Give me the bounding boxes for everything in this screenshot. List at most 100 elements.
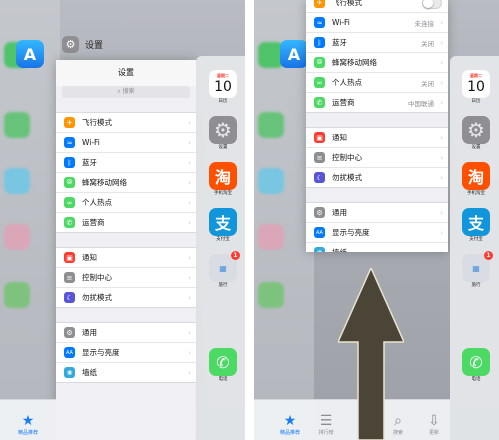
settings-row[interactable]: ∞ 个人热点 关闭 › bbox=[306, 73, 448, 93]
settings-row[interactable]: ≡ 控制中心 › bbox=[306, 148, 448, 168]
download-icon: ⇩ bbox=[428, 413, 440, 429]
app-switcher-left: A ⚙ 设置 设置 ⌕ 搜索 ✈ 飞行模式 › ≈ Wi-Fi › ᛒ 蓝牙 › ⦾ 蜂窝移动网络 ›… bbox=[0, 0, 245, 440]
toggle-switch[interactable] bbox=[422, 0, 442, 9]
alipay-icon: 支 bbox=[462, 208, 490, 236]
calendar-icon: 星期二 10 bbox=[462, 70, 490, 98]
settings-row[interactable]: ☾ 勿扰模式 › bbox=[56, 288, 196, 307]
app-label: 设置 bbox=[471, 145, 481, 150]
app-folder-travel[interactable]: ▦ 1 旅行 bbox=[462, 251, 493, 289]
chevron-right-icon: › bbox=[188, 293, 191, 302]
app-label: 支付宝 bbox=[469, 237, 483, 242]
chevron-right-icon: › bbox=[188, 178, 191, 187]
app-phone[interactable]: ✆ 电话 bbox=[209, 348, 237, 383]
settings-row[interactable]: ❀ 墙纸 › bbox=[306, 243, 448, 252]
chevron-right-icon: › bbox=[188, 118, 191, 127]
search-field[interactable]: ⌕ 搜索 bbox=[62, 86, 190, 98]
settings-row[interactable]: ⚙ 通用 › bbox=[56, 323, 196, 343]
app-calendar[interactable]: 星期二 10 日历 bbox=[462, 70, 490, 105]
settings-row[interactable]: ✆ 运营商 › bbox=[56, 213, 196, 232]
alipay-glyph: 支 bbox=[214, 214, 231, 233]
control-center-icon: ≡ bbox=[64, 272, 75, 283]
app-card-header: ⚙ 设置 bbox=[62, 36, 103, 53]
general-icon: ⚙ bbox=[64, 327, 75, 338]
app-store-icon[interactable]: A bbox=[280, 40, 308, 68]
settings-row-label: 通用 bbox=[332, 208, 347, 217]
app-calendar[interactable]: 星期二 10 日历 bbox=[209, 70, 237, 105]
app-taobao[interactable]: 淘 手机淘宝 bbox=[209, 162, 237, 197]
settings-row-label: 显示与亮度 bbox=[332, 228, 370, 237]
folder-icon: ▦ 1 bbox=[209, 251, 240, 282]
chevron-right-icon: › bbox=[188, 328, 191, 337]
notifications-icon: ▣ bbox=[314, 132, 325, 143]
swipe-up-arrow-icon bbox=[338, 268, 404, 440]
chevron-right-icon: › bbox=[188, 348, 191, 357]
app-card-stack: 星期二 10 日历 ⚙ 设置 淘 手机淘宝 支 支付宝 ▦ 1 旅行 ✆ 电话 bbox=[450, 56, 499, 440]
settings-group: ⚙ 通用 › AA 显示与亮度 › ❀ 墙纸 › bbox=[306, 202, 448, 252]
settings-row[interactable]: ⦾ 蜂窝移动网络 › bbox=[306, 53, 448, 73]
tab-featured[interactable]: ★ 精品推荐 bbox=[12, 413, 44, 436]
bluetooth-icon: ᛒ bbox=[64, 157, 75, 168]
blurred-app-icon bbox=[4, 224, 30, 250]
wallpaper-icon: ❀ bbox=[64, 367, 75, 378]
tab-label: 精品推荐 bbox=[279, 430, 300, 436]
app-label: 旅行 bbox=[471, 283, 481, 288]
app-card-title: 设置 bbox=[85, 41, 104, 51]
star-icon: ★ bbox=[21, 413, 35, 429]
settings-row[interactable]: ∞ 个人热点 › bbox=[56, 193, 196, 213]
settings-row[interactable]: ≈ Wi-Fi 未连接 › bbox=[306, 13, 448, 33]
alipay-glyph: 支 bbox=[467, 214, 484, 233]
app-phone[interactable]: ✆ 电话 bbox=[462, 348, 490, 383]
settings-row-label: 飞行模式 bbox=[332, 0, 362, 7]
settings-row-label: Wi-Fi bbox=[82, 138, 100, 147]
notification-badge: 1 bbox=[484, 251, 493, 260]
settings-row[interactable]: ▣ 通知 › bbox=[306, 128, 448, 148]
settings-row[interactable]: ✆ 运营商 中国联通 › bbox=[306, 93, 448, 112]
settings-app-card[interactable]: 设置 ⌕ 搜索 ✈ 飞行模式 › ≈ Wi-Fi › ᛒ 蓝牙 › ⦾ 蜂窝移动网络 › ∞ 个人热点 › ✆… bbox=[56, 60, 196, 440]
settings-row[interactable]: ✈ 飞行模式 › bbox=[56, 113, 196, 133]
settings-row-label: 通知 bbox=[332, 133, 347, 142]
settings-row-label: 显示与亮度 bbox=[82, 348, 120, 357]
app-label: 电话 bbox=[471, 377, 481, 382]
app-alipay[interactable]: 支 支付宝 bbox=[209, 208, 237, 243]
settings-row[interactable]: AA 显示与亮度 › bbox=[306, 223, 448, 243]
chevron-right-icon: › bbox=[440, 153, 443, 162]
settings-row[interactable]: ▣ 通知 › bbox=[56, 248, 196, 268]
app-alipay[interactable]: 支 支付宝 bbox=[462, 208, 490, 243]
calendar-icon: 星期二 10 bbox=[209, 70, 237, 98]
settings-row-label: 运营商 bbox=[82, 218, 105, 227]
tab-label: 精品推荐 bbox=[17, 430, 38, 436]
settings-row[interactable]: ☾ 勿扰模式 › bbox=[306, 168, 448, 187]
settings-row[interactable]: ≈ Wi-Fi › bbox=[56, 133, 196, 153]
settings-row[interactable]: ᛒ 蓝牙 关闭 › bbox=[306, 33, 448, 53]
gear-icon: ⚙ bbox=[209, 116, 237, 144]
app-store-icon[interactable]: A bbox=[16, 40, 44, 68]
blurred-app-icon bbox=[4, 282, 30, 308]
tab-featured[interactable]: ★ 精品推荐 bbox=[274, 413, 306, 436]
settings-row[interactable]: AA 显示与亮度 › bbox=[56, 343, 196, 363]
app-label: 旅行 bbox=[218, 283, 228, 288]
settings-row[interactable]: ❀ 墙纸 › bbox=[56, 363, 196, 382]
app-folder-travel[interactable]: ▦ 1 旅行 bbox=[209, 251, 240, 289]
app-settings[interactable]: ⚙ 设置 bbox=[462, 116, 490, 151]
app-settings[interactable]: ⚙ 设置 bbox=[209, 116, 237, 151]
app-switcher-comparison: A ⚙ 设置 设置 ⌕ 搜索 ✈ 飞行模式 › ≈ Wi-Fi › ᛒ 蓝牙 › ⦾ 蜂窝移动网络 ›… bbox=[0, 0, 499, 440]
blurred-app-icon bbox=[4, 168, 30, 194]
app-taobao[interactable]: 淘 手机淘宝 bbox=[462, 162, 490, 197]
settings-row-label: 通用 bbox=[82, 328, 97, 337]
chevron-right-icon: › bbox=[188, 198, 191, 207]
chevron-right-icon: › bbox=[188, 253, 191, 262]
tab-updates[interactable]: ⇩ 更新 bbox=[418, 413, 450, 436]
settings-app-card[interactable]: ✈ 飞行模式 ≈ Wi-Fi 未连接 › ᛒ 蓝牙 关闭 › ⦾ 蜂窝移动网络 › ∞ 个人热点 关闭 › ✆ 运营… bbox=[306, 0, 448, 252]
settings-row[interactable]: ⦾ 蜂窝移动网络 › bbox=[56, 173, 196, 193]
settings-row-label: 蓝牙 bbox=[332, 38, 347, 47]
chevron-right-icon: › bbox=[440, 58, 443, 67]
chevron-right-icon: › bbox=[440, 38, 443, 47]
settings-row[interactable]: ⚙ 通用 › bbox=[306, 203, 448, 223]
folder-thumb-icon: ▦ bbox=[219, 263, 227, 273]
settings-row[interactable]: ✈ 飞行模式 bbox=[306, 0, 448, 13]
settings-row-label: 通知 bbox=[82, 253, 97, 262]
carrier-icon: ✆ bbox=[314, 97, 325, 108]
do-not-disturb-icon: ☾ bbox=[64, 292, 75, 303]
settings-row[interactable]: ≡ 控制中心 › bbox=[56, 268, 196, 288]
settings-row[interactable]: ᛒ 蓝牙 › bbox=[56, 153, 196, 173]
